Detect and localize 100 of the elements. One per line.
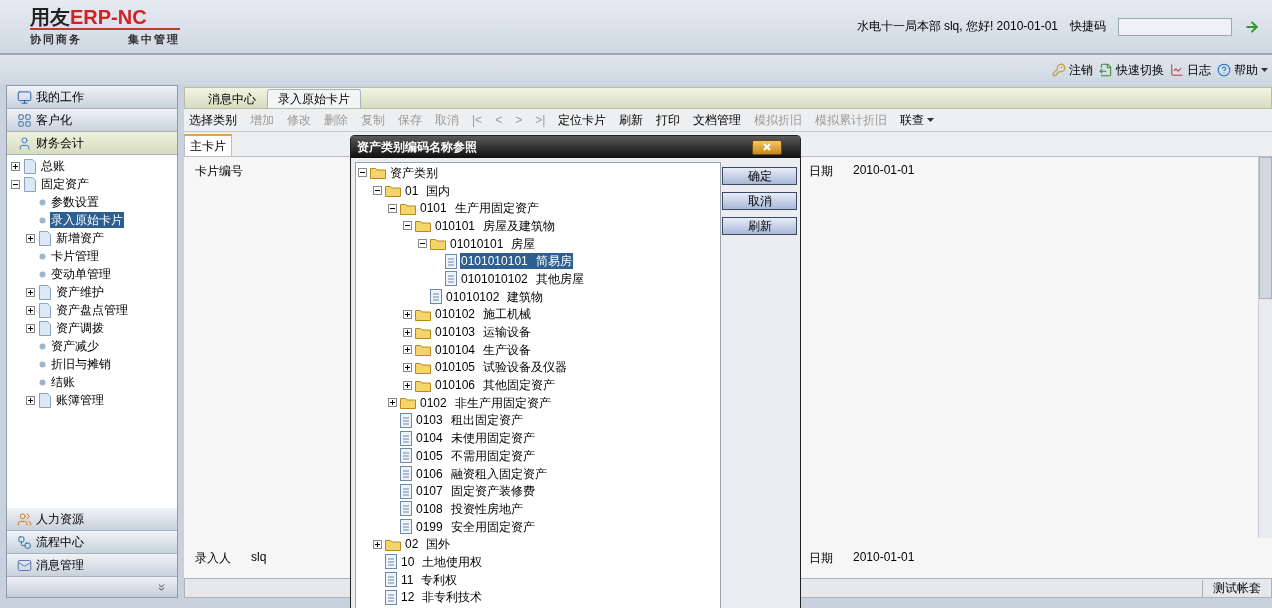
- tree-item[interactable]: 010106 其他固定资产: [434, 377, 557, 394]
- expand-icon[interactable]: [403, 345, 412, 355]
- tree-item[interactable]: 0107 固定资产装修费: [415, 483, 536, 500]
- expand-icon[interactable]: [403, 327, 412, 337]
- tree-item[interactable]: 0102 非生产用固定资产: [419, 394, 552, 411]
- expand-icon[interactable]: [403, 362, 412, 372]
- expand-icon[interactable]: [403, 380, 412, 390]
- document-icon: [445, 253, 457, 269]
- page-icon: [39, 302, 51, 318]
- collapse-icon[interactable]: [388, 203, 397, 213]
- monitor-icon: [17, 89, 32, 105]
- tree-item[interactable]: 0105 不需用固定资产: [415, 447, 536, 464]
- tree-item[interactable]: 0103 租出固定资产: [415, 412, 524, 429]
- tree-item[interactable]: 0101010102 其他房屋: [460, 270, 585, 287]
- page-icon: [39, 230, 51, 246]
- shortcut-field[interactable]: [1118, 17, 1232, 36]
- folder-icon: [385, 184, 401, 198]
- tree-item[interactable]: 资产调拨: [55, 320, 105, 336]
- tree-item[interactable]: 01 国内: [404, 182, 452, 199]
- tree-item[interactable]: 账簿管理: [55, 392, 105, 408]
- nav-group[interactable]: 财务会计: [7, 132, 177, 155]
- folder-icon: [400, 201, 416, 215]
- tree-item[interactable]: 0108 投资性房地产: [415, 500, 524, 517]
- tree-item[interactable]: 录入原始卡片: [50, 212, 124, 228]
- collapse-icon[interactable]: [11, 179, 20, 189]
- tree-item[interactable]: 资产盘点管理: [55, 302, 129, 318]
- tree-item[interactable]: 0199 安全用固定资产: [415, 518, 536, 535]
- tree-item[interactable]: 资产维护: [55, 284, 105, 300]
- scrollbar[interactable]: [1258, 157, 1272, 538]
- expand-icon[interactable]: [403, 309, 412, 319]
- nav-group[interactable]: 流程中心: [7, 531, 177, 554]
- tree-item[interactable]: 参数设置: [50, 194, 100, 210]
- header-link[interactable]: 注销: [1052, 61, 1093, 79]
- expand-icon[interactable]: [388, 398, 397, 408]
- expand-icon[interactable]: [26, 323, 35, 333]
- tab[interactable]: 录入原始卡片: [267, 89, 361, 108]
- nav-group[interactable]: 客户化: [7, 109, 177, 132]
- tree-item[interactable]: 010101 房屋及建筑物: [434, 217, 557, 234]
- header-link[interactable]: 帮助: [1217, 61, 1268, 79]
- toolbar-button[interactable]: 打印: [656, 111, 681, 129]
- tree-item[interactable]: 新增资产: [55, 230, 105, 246]
- tree-item[interactable]: 10 土地使用权: [400, 553, 484, 570]
- tree-item[interactable]: 010103 运输设备: [434, 324, 533, 341]
- go-icon[interactable]: [1244, 18, 1260, 35]
- tree-item[interactable]: 总账: [40, 158, 66, 174]
- tree-item[interactable]: 结账: [50, 374, 76, 390]
- nav-group[interactable]: 人力资源: [7, 508, 177, 531]
- close-button[interactable]: [752, 139, 782, 155]
- expand-icon[interactable]: [26, 395, 35, 405]
- tree-item[interactable]: 0101010101 简易房: [460, 253, 573, 270]
- tab[interactable]: 消息中心: [197, 89, 267, 108]
- expand-icon[interactable]: [26, 233, 35, 243]
- nav-group[interactable]: 我的工作: [7, 86, 177, 109]
- tree-item[interactable]: 卡片管理: [50, 248, 100, 264]
- toolbar-button[interactable]: 联查: [900, 111, 935, 129]
- tree-item[interactable]: 资产减少: [50, 338, 100, 354]
- tree-item[interactable]: 11 专利权: [400, 571, 459, 588]
- tree-item[interactable]: 折旧与摊销: [50, 356, 112, 372]
- expand-icon[interactable]: [373, 539, 382, 549]
- more-icon[interactable]: [156, 581, 167, 593]
- tree-item[interactable]: 010104 生产设备: [434, 341, 533, 358]
- document-icon: [385, 589, 397, 605]
- tree-item[interactable]: 01010101 房屋: [449, 235, 537, 252]
- toolbar-button[interactable]: 刷新: [619, 111, 644, 129]
- tab[interactable]: 主卡片: [184, 134, 232, 156]
- dialog-button[interactable]: 取消: [722, 192, 797, 210]
- expand-icon[interactable]: [26, 305, 35, 315]
- collapse-icon[interactable]: [358, 168, 367, 178]
- status-text: 测试帐套: [1202, 579, 1271, 597]
- tree-item[interactable]: 0101 生产用固定资产: [419, 200, 540, 217]
- tree-item[interactable]: 010105 试验设备及仪器: [434, 359, 569, 376]
- tree-item[interactable]: 变动单管理: [50, 266, 112, 282]
- toolbar-button[interactable]: 文档管理: [693, 111, 742, 129]
- field-label: 日期: [809, 549, 833, 567]
- mail-icon: [17, 557, 32, 573]
- nav-group[interactable]: 消息管理: [7, 554, 177, 577]
- document-icon: [445, 271, 457, 287]
- dialog-button[interactable]: 确定: [722, 167, 797, 185]
- tree-item[interactable]: 资产类别: [389, 164, 439, 181]
- toolbar-button[interactable]: 定位卡片: [558, 111, 607, 129]
- header-link[interactable]: 日志: [1170, 61, 1211, 79]
- tree-item[interactable]: 12 非专利技术: [400, 589, 484, 606]
- toolbar-button[interactable]: 选择类别: [189, 111, 237, 129]
- expand-icon[interactable]: [26, 287, 35, 297]
- bullet-icon: [39, 270, 46, 278]
- tree-item[interactable]: 01010102 建筑物: [445, 288, 545, 305]
- dialog-button[interactable]: 刷新: [722, 217, 797, 235]
- tree-item[interactable]: 02 国外: [404, 536, 452, 553]
- tree-item[interactable]: 010102 施工机械: [434, 306, 533, 323]
- header-link[interactable]: 快速切换: [1099, 61, 1164, 79]
- collapse-icon[interactable]: [373, 186, 382, 196]
- collapse-icon[interactable]: [403, 221, 412, 231]
- expand-icon[interactable]: [11, 161, 20, 171]
- tree-item[interactable]: 0104 未使用固定资产: [415, 430, 536, 447]
- document-icon: [400, 501, 412, 517]
- collapse-icon[interactable]: [418, 239, 427, 249]
- tree-item[interactable]: 固定资产: [40, 176, 90, 192]
- tree-item[interactable]: 0106 融资租入固定资产: [415, 465, 548, 482]
- page-icon: [24, 158, 36, 174]
- logo-tagline: 集中管理: [128, 32, 180, 47]
